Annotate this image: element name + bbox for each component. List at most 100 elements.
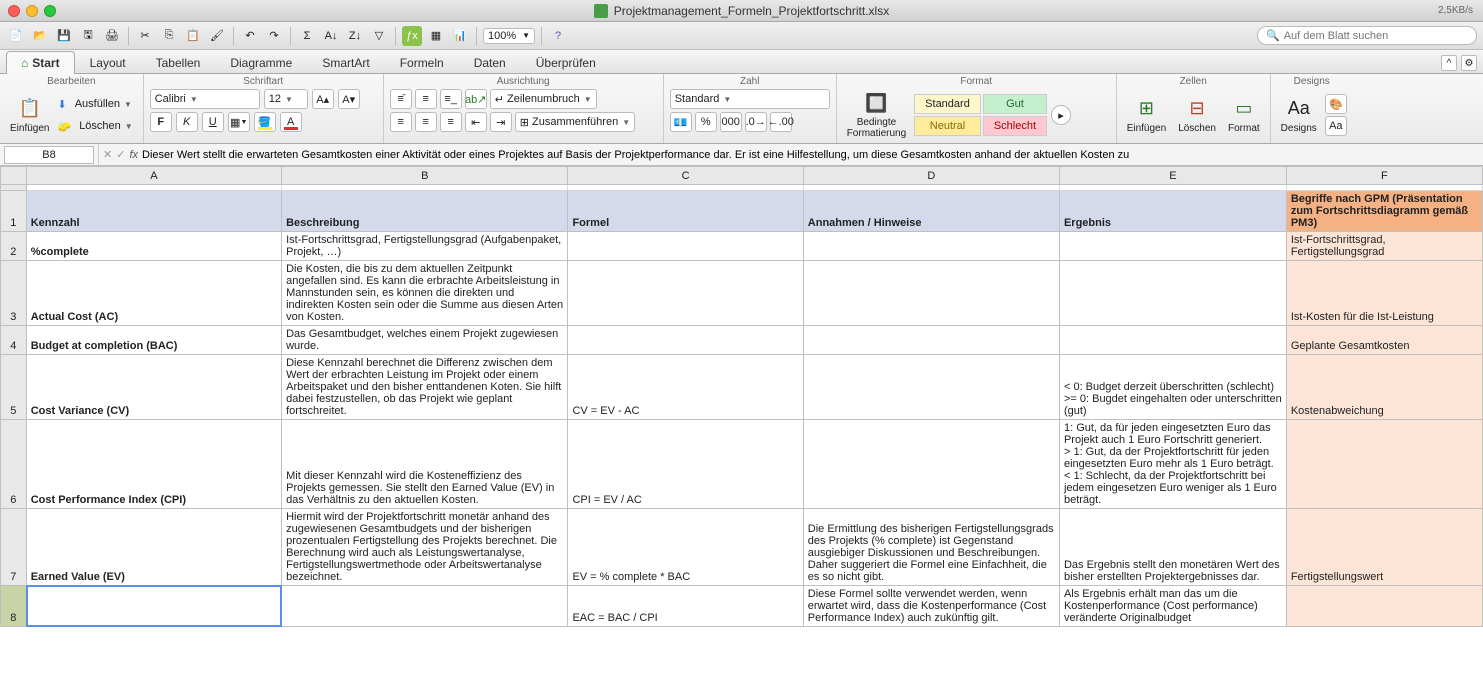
header-cell[interactable]: Annahmen / Hinweise: [803, 191, 1059, 232]
align-middle-icon[interactable]: ≡: [415, 89, 437, 109]
cell[interactable]: Cost Variance (CV): [26, 355, 281, 420]
header-cell[interactable]: Formel: [568, 191, 803, 232]
sheet-search[interactable]: 🔍: [1257, 26, 1477, 45]
clear-button[interactable]: 🧽Löschen▼: [57, 116, 136, 136]
bold-button[interactable]: F: [150, 112, 172, 132]
borders-button[interactable]: ▦▼: [228, 112, 250, 132]
chart-icon[interactable]: 📊: [450, 26, 470, 46]
cell[interactable]: [1286, 586, 1482, 627]
collapse-ribbon-icon[interactable]: ^: [1441, 55, 1457, 71]
tab-diagramme[interactable]: Diagramme: [215, 51, 307, 74]
font-color-button[interactable]: A: [280, 112, 302, 132]
style-gut[interactable]: Gut: [983, 94, 1047, 114]
cell[interactable]: Ist-Kosten für die Ist-Leistung: [1286, 261, 1482, 326]
column-header-C[interactable]: C: [568, 167, 803, 185]
merge-cells-button[interactable]: ⊞ Zusammenführen▼: [515, 112, 635, 132]
cancel-formula-icon[interactable]: ✕: [103, 148, 112, 161]
tab-daten[interactable]: Daten: [459, 51, 521, 74]
cell[interactable]: [803, 420, 1059, 509]
cell[interactable]: 1: Gut, da für jeden eingesetzten Euro d…: [1059, 420, 1286, 509]
cell[interactable]: [803, 326, 1059, 355]
fx-icon[interactable]: ƒx: [402, 26, 422, 46]
row-header[interactable]: 6: [1, 420, 27, 509]
decrease-decimal-icon[interactable]: .0→: [745, 112, 767, 132]
cell[interactable]: Fertigstellungswert: [1286, 509, 1482, 586]
fill-button[interactable]: ⬇Ausfüllen▼: [57, 94, 136, 114]
cell[interactable]: Die Kosten, die bis zu dem aktuellen Zei…: [282, 261, 568, 326]
more-styles-icon[interactable]: ▸: [1051, 105, 1071, 125]
open-icon[interactable]: 📂: [30, 26, 50, 46]
cell[interactable]: [803, 355, 1059, 420]
tab-layout[interactable]: Layout: [75, 51, 141, 74]
copy-icon[interactable]: ⎘: [159, 26, 179, 46]
format-painter-icon[interactable]: 🖌: [207, 26, 227, 46]
cell[interactable]: Diese Formel sollte verwendet werden, we…: [803, 586, 1059, 627]
cell[interactable]: [1286, 420, 1482, 509]
sort-asc-icon[interactable]: A↓: [321, 26, 341, 46]
cell[interactable]: %complete: [26, 232, 281, 261]
align-center-icon[interactable]: ≡: [415, 112, 437, 132]
row-header[interactable]: 4: [1, 326, 27, 355]
tab-start[interactable]: ⌂Start: [6, 51, 75, 74]
cell[interactable]: [568, 326, 803, 355]
insert-cells-button[interactable]: ⊞Einfügen: [1123, 95, 1170, 136]
cell[interactable]: [568, 232, 803, 261]
cell[interactable]: [803, 232, 1059, 261]
cell[interactable]: [568, 261, 803, 326]
spreadsheet-grid[interactable]: ABCDEF 1KennzahlBeschreibungFormelAnnahm…: [0, 166, 1483, 627]
row-header[interactable]: 5: [1, 355, 27, 420]
italic-button[interactable]: K: [176, 112, 198, 132]
shrink-font-icon[interactable]: A▾: [338, 89, 360, 109]
show-formulas-icon[interactable]: ▦: [426, 26, 446, 46]
column-header-D[interactable]: D: [803, 167, 1059, 185]
cell[interactable]: [26, 586, 281, 627]
search-input[interactable]: [1284, 30, 1468, 42]
filter-icon[interactable]: ▽: [369, 26, 389, 46]
conditional-formatting-button[interactable]: 🔲 Bedingte Formatierung: [843, 89, 910, 141]
cell-styles-gallery[interactable]: Standard Gut Neutral Schlecht: [914, 94, 1047, 136]
cell[interactable]: Ist-Fortschrittsgrad, Fertigstellungsgra…: [1286, 232, 1482, 261]
cell[interactable]: Budget at completion (BAC): [26, 326, 281, 355]
orientation-icon[interactable]: ab↗: [465, 89, 487, 109]
cell[interactable]: Als Ergebnis erhält man das um die Koste…: [1059, 586, 1286, 627]
header-cell[interactable]: Ergebnis: [1059, 191, 1286, 232]
cell[interactable]: Diese Kennzahl berechnet die Differenz z…: [282, 355, 568, 420]
cut-icon[interactable]: ✂: [135, 26, 155, 46]
cell[interactable]: Actual Cost (AC): [26, 261, 281, 326]
ribbon-options-icon[interactable]: ⚙: [1461, 55, 1477, 71]
fx-label[interactable]: fx: [129, 149, 138, 161]
align-bottom-icon[interactable]: ≡_: [440, 89, 462, 109]
cell[interactable]: [1059, 232, 1286, 261]
cell[interactable]: [1059, 261, 1286, 326]
cell[interactable]: CPI = EV / AC: [568, 420, 803, 509]
header-cell[interactable]: Begriffe nach GPM (Präsentation zum Fort…: [1286, 191, 1482, 232]
save-icon[interactable]: 💾: [54, 26, 74, 46]
row-header[interactable]: 1: [1, 191, 27, 232]
row-header[interactable]: 7: [1, 509, 27, 586]
row-header[interactable]: 2: [1, 232, 27, 261]
worksheet-area[interactable]: ABCDEF 1KennzahlBeschreibungFormelAnnahm…: [0, 166, 1483, 674]
cell[interactable]: Mit dieser Kennzahl wird die Kosteneffiz…: [282, 420, 568, 509]
header-cell[interactable]: Beschreibung: [282, 191, 568, 232]
cell[interactable]: EAC = BAC / CPI: [568, 586, 803, 627]
percent-icon[interactable]: %: [695, 112, 717, 132]
cell[interactable]: [803, 261, 1059, 326]
style-neutral[interactable]: Neutral: [914, 116, 981, 136]
cell[interactable]: Kostenabweichung: [1286, 355, 1482, 420]
theme-colors-icon[interactable]: 🎨: [1325, 94, 1347, 114]
tab-tabellen[interactable]: Tabellen: [141, 51, 216, 74]
themes-button[interactable]: AaDesigns: [1277, 95, 1321, 136]
name-box[interactable]: B8: [4, 146, 94, 164]
sort-desc-icon[interactable]: Z↓: [345, 26, 365, 46]
align-left-icon[interactable]: ≡: [390, 112, 412, 132]
autosum-icon[interactable]: Σ: [297, 26, 317, 46]
increase-decimal-icon[interactable]: ←.00: [770, 112, 792, 132]
cell[interactable]: Geplante Gesamtkosten: [1286, 326, 1482, 355]
cell[interactable]: [1059, 326, 1286, 355]
cell[interactable]: Cost Performance Index (CPI): [26, 420, 281, 509]
cell[interactable]: Das Ergebnis stellt den monetären Wert d…: [1059, 509, 1286, 586]
undo-icon[interactable]: ↶: [240, 26, 260, 46]
align-top-icon[interactable]: ≡̄: [390, 89, 412, 109]
font-family-combo[interactable]: Calibri▼: [150, 89, 260, 109]
align-right-icon[interactable]: ≡: [440, 112, 462, 132]
